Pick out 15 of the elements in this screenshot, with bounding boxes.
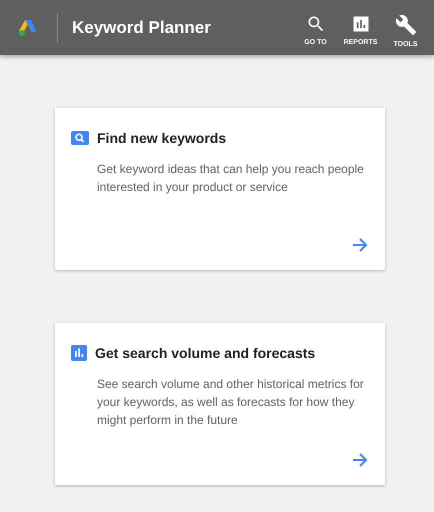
app-title: Keyword Planner xyxy=(72,18,212,38)
search-icon xyxy=(306,14,326,34)
task-card[interactable]: Find new keywords Get keyword ideas that can help you reach people interested in your product or service xyxy=(55,108,385,270)
arrow-right-icon[interactable] xyxy=(352,452,368,468)
search-icon xyxy=(71,131,89,145)
logo-icon xyxy=(18,18,38,36)
bar-chart-icon xyxy=(350,14,370,34)
card-title: Find new keywords xyxy=(97,130,226,146)
arrow-right-icon[interactable] xyxy=(352,237,368,253)
card-description: Get keyword ideas that can help you reach people interested in your product or service xyxy=(97,161,365,196)
bar-chart-icon xyxy=(71,345,87,361)
card-description: See search volume and other historical metrics for your keywords, as well as forecasts for how they might perform in the future xyxy=(97,376,365,429)
card-title: Get search volume and forecasts xyxy=(95,345,316,361)
wrench-icon xyxy=(394,14,416,36)
task-card[interactable]: Get search volume and forecasts See search volume and other historical metrics for your keywords, as well as forecasts for how they might perform in the future xyxy=(55,323,385,485)
